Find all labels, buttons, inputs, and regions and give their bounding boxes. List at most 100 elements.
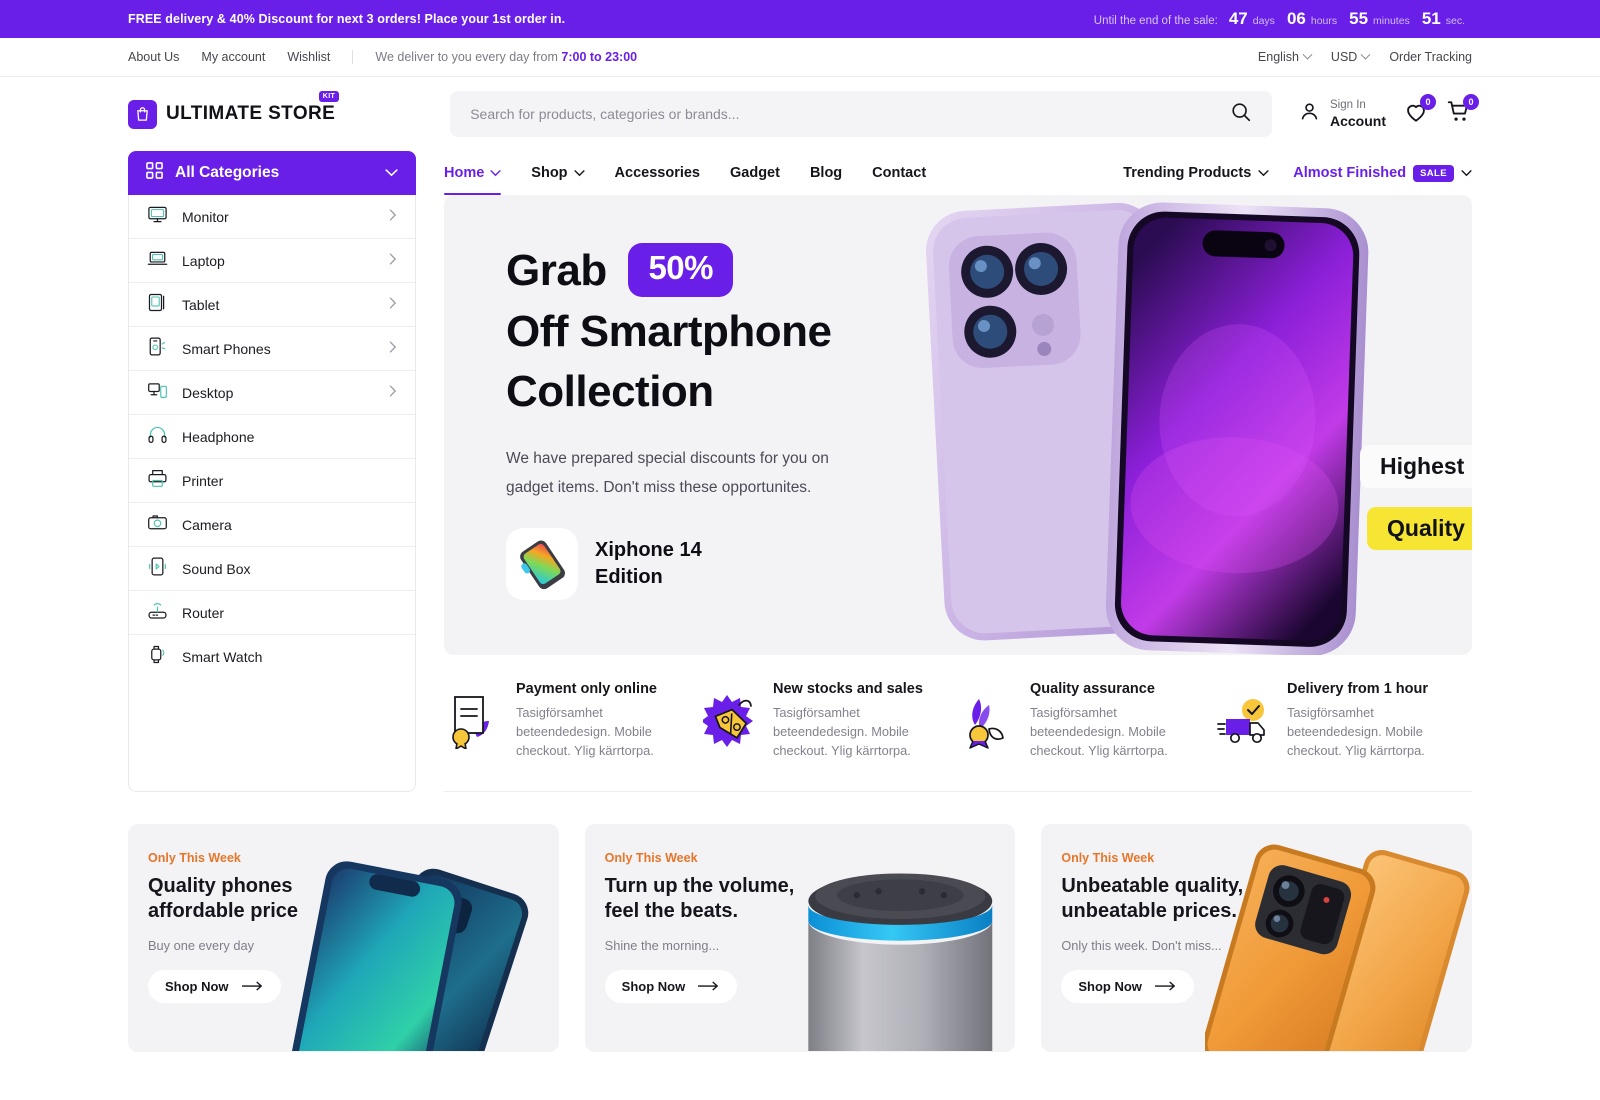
hero-headline-line2: Off Smartphone xyxy=(506,306,832,356)
chevron-down-icon xyxy=(1360,49,1371,60)
promo-cards-section: Only This Week Quality phones affordable… xyxy=(128,792,1473,1052)
countdown-hours-unit: hours xyxy=(1310,15,1338,27)
sidebar-item-label: Monitor xyxy=(182,208,229,225)
nav-item-label: Shop xyxy=(531,165,568,181)
shop-now-label: Shop Now xyxy=(165,978,229,994)
sidebar-item-headphone[interactable]: Headphone xyxy=(129,415,415,459)
sidebar-item-laptop[interactable]: Laptop xyxy=(129,239,415,283)
sidebar-item-monitor[interactable]: Monitor xyxy=(129,195,415,239)
sidebar-item-desktop[interactable]: Desktop xyxy=(129,371,415,415)
hero-subtitle: We have prepared special discounts for y… xyxy=(506,444,1004,502)
logo-kit-badge: KIT xyxy=(318,90,340,102)
cart-count-badge: 0 xyxy=(1463,93,1479,110)
feature-item: Payment only online Tasigförsamhet betee… xyxy=(444,681,701,761)
feature-title: Payment only online xyxy=(516,681,657,697)
sidebar-item-smart-watch[interactable]: Smart Watch xyxy=(129,635,415,679)
promo-card[interactable]: Only This Week Quality phones affordable… xyxy=(128,823,559,1052)
hero-banner: Grab 50% Off Smartphone Collection We ha… xyxy=(444,195,1472,655)
feature-item: Delivery from 1 hour Tasigförsamhet bete… xyxy=(1215,681,1472,761)
feature-item: New stocks and sales Tasigförsamhet bete… xyxy=(701,681,958,761)
almost-finished-label: Almost Finished xyxy=(1293,165,1407,181)
printer-icon xyxy=(147,468,168,494)
chevron-down-icon xyxy=(1258,165,1269,181)
sidebar-item-label: Sound Box xyxy=(182,560,251,577)
divider xyxy=(352,50,354,64)
feature-description: Tasigförsamhet beteendedesign. Mobile ch… xyxy=(1287,705,1425,759)
cart-button[interactable]: 0 xyxy=(1446,93,1479,130)
search-input[interactable] xyxy=(470,106,1231,122)
wishlist-button[interactable]: 0 xyxy=(1403,93,1436,130)
link-my-account[interactable]: My account xyxy=(201,50,265,64)
sidebar-item-sound-box[interactable]: Sound Box xyxy=(129,547,415,591)
nav-item-gadget[interactable]: Gadget xyxy=(730,151,780,195)
sidebar-item-camera[interactable]: Camera xyxy=(129,503,415,547)
trending-products-label: Trending Products xyxy=(1123,165,1252,181)
category-sidebar: Monitor Laptop Tablet Smart Phones Deskt… xyxy=(128,195,416,792)
user-icon xyxy=(1298,100,1321,128)
promo-description: Buy one every day xyxy=(148,937,254,953)
currency-selector[interactable]: USD xyxy=(1331,49,1371,64)
utility-bar: About Us My account Wishlist We deliver … xyxy=(0,38,1600,77)
hero-featured-product[interactable]: Xiphone 14 Edition xyxy=(506,528,1004,601)
countdown-minutes: 55 xyxy=(1349,9,1369,28)
primary-menu: Home Shop Accessories Gadget Blog Contac… xyxy=(444,151,926,195)
link-about-us[interactable]: About Us xyxy=(128,50,179,64)
search-icon[interactable] xyxy=(1230,101,1252,128)
shop-now-button[interactable]: Shop Now xyxy=(148,969,281,1003)
promo-card[interactable]: Only This Week Unbeatable quality, unbea… xyxy=(1041,823,1473,1052)
sidebar-item-tablet[interactable]: Tablet xyxy=(129,283,415,327)
smartphone-icon xyxy=(147,336,168,362)
sidebar-item-label: Router xyxy=(182,604,225,621)
sidebar-item-label: Desktop xyxy=(182,384,234,401)
language-selector[interactable]: English xyxy=(1257,49,1313,64)
heart-icon xyxy=(1403,104,1429,129)
language-label: English xyxy=(1257,50,1299,64)
hero-headline-line1: Grab xyxy=(506,246,607,295)
promo-title-line1: Unbeatable quality, xyxy=(1061,874,1244,897)
sidebar-item-smart-phones[interactable]: Smart Phones xyxy=(129,327,415,371)
tablet-icon xyxy=(147,292,168,318)
hero-headline: Grab 50% Off Smartphone Collection xyxy=(506,241,1004,423)
hero-product-line2: Edition xyxy=(595,566,663,589)
all-categories-button[interactable]: All Categories xyxy=(128,151,416,195)
laptop-icon xyxy=(147,248,168,274)
nav-item-contact[interactable]: Contact xyxy=(872,151,926,195)
site-header: ULTIMATE STORE KIT Sign In Account xyxy=(0,77,1600,151)
smartwatch-icon xyxy=(147,644,168,670)
sidebar-item-label: Smart Phones xyxy=(182,340,271,357)
sidebar-item-label: Headphone xyxy=(182,428,255,445)
sidebar-item-router[interactable]: Router xyxy=(129,591,415,635)
link-wishlist[interactable]: Wishlist xyxy=(287,50,330,64)
countdown-seconds: 51 xyxy=(1421,9,1441,28)
grid-icon xyxy=(146,162,163,184)
promo-title: Unbeatable quality, unbeatable prices. xyxy=(1061,874,1472,925)
nav-item-home[interactable]: Home xyxy=(444,151,502,195)
chevron-right-icon xyxy=(389,208,397,226)
feature-title: New stocks and sales xyxy=(773,681,923,697)
almost-finished-menu[interactable]: Almost Finished SALE xyxy=(1293,164,1472,182)
sidebar-item-printer[interactable]: Printer xyxy=(129,459,415,503)
countdown-label: Until the end of the sale: xyxy=(1093,15,1218,27)
discount-tag-icon xyxy=(701,681,759,749)
chevron-down-icon xyxy=(1302,49,1313,60)
search-bar[interactable] xyxy=(450,91,1273,137)
promo-description: Only this week. Don't miss... xyxy=(1061,937,1222,953)
feature-title: Quality assurance xyxy=(1030,681,1155,697)
nav-item-blog[interactable]: Blog xyxy=(810,151,842,195)
account-label: Account xyxy=(1330,112,1386,129)
product-thumbnail-image xyxy=(506,528,578,601)
nav-item-shop[interactable]: Shop xyxy=(531,151,585,195)
nav-item-accessories[interactable]: Accessories xyxy=(615,151,700,195)
sidebar-item-label: Smart Watch xyxy=(182,649,263,665)
link-order-tracking[interactable]: Order Tracking xyxy=(1389,50,1472,64)
account-button[interactable]: Sign In Account xyxy=(1298,99,1386,129)
shop-now-button[interactable]: Shop Now xyxy=(604,969,738,1003)
shop-now-button[interactable]: Shop Now xyxy=(1061,969,1194,1003)
chevron-down-icon xyxy=(385,164,398,182)
trending-products-menu[interactable]: Trending Products xyxy=(1123,165,1269,181)
countdown-hours: 06 xyxy=(1286,9,1306,28)
hero-discount-badge: 50% xyxy=(628,243,733,297)
site-logo[interactable]: ULTIMATE STORE KIT xyxy=(128,90,340,129)
hero-subtitle-line2: gadget items. Don't miss these opportuni… xyxy=(506,479,812,497)
promo-card[interactable]: Only This Week Turn up the volume, feel … xyxy=(584,823,1016,1052)
